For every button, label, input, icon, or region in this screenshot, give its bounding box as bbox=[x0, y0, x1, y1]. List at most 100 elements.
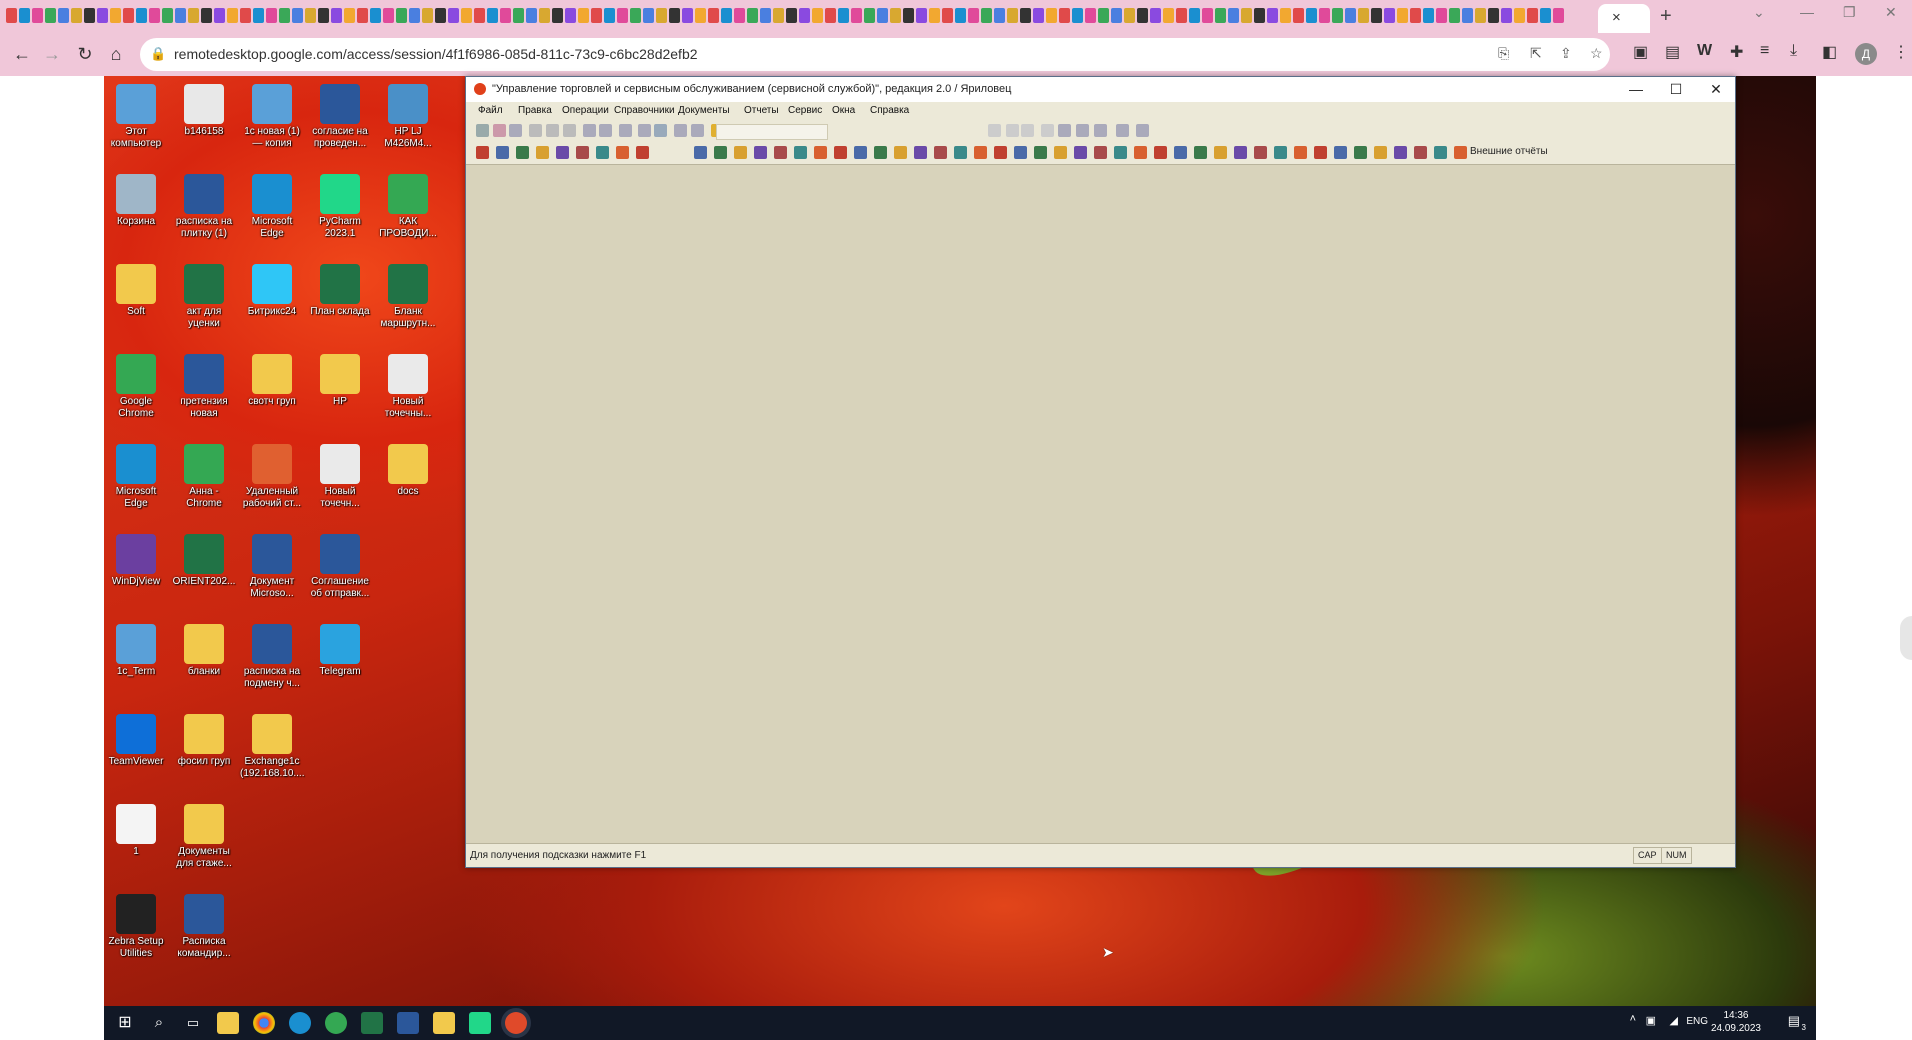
tab-favicon-icon[interactable] bbox=[318, 8, 329, 23]
window-title-bar[interactable]: "Управление торговлей и сервисным обслуж… bbox=[466, 77, 1735, 102]
desktop-icon[interactable]: Microsoft Edge bbox=[240, 174, 304, 240]
toolbar-icon[interactable] bbox=[1094, 146, 1107, 159]
tab-favicon-icon[interactable] bbox=[825, 8, 836, 23]
tab-favicon-icon[interactable] bbox=[1449, 8, 1460, 23]
tab-favicon-icon[interactable] bbox=[1150, 8, 1161, 23]
tab-favicon-icon[interactable] bbox=[955, 8, 966, 23]
tab-favicon-icon[interactable] bbox=[669, 8, 680, 23]
desktop-icon[interactable]: Этот компьютер bbox=[104, 84, 168, 150]
desktop-icon[interactable]: Microsoft Edge bbox=[104, 444, 168, 510]
desktop-icon[interactable]: претензия новая bbox=[172, 354, 236, 420]
desktop-icon[interactable]: HP bbox=[308, 354, 372, 408]
menu-help[interactable]: Справка bbox=[870, 105, 909, 116]
tab-favicon-icon[interactable] bbox=[1501, 8, 1512, 23]
menu-file[interactable]: Файл bbox=[478, 105, 503, 116]
search-icon[interactable]: ⌕ bbox=[148, 1012, 170, 1034]
desktop-icon[interactable]: согласие на проведен... bbox=[308, 84, 372, 150]
pinned-tab-icons[interactable] bbox=[6, 8, 1626, 25]
toolbar-icon[interactable] bbox=[1054, 146, 1067, 159]
desktop-icon[interactable]: HP LJ M426M4... bbox=[376, 84, 440, 150]
extension-w-icon[interactable]: W bbox=[1697, 42, 1712, 60]
tab-favicon-icon[interactable] bbox=[1228, 8, 1239, 23]
toolbar-icon[interactable] bbox=[536, 146, 549, 159]
tab-favicon-icon[interactable] bbox=[565, 8, 576, 23]
tab-favicon-icon[interactable] bbox=[708, 8, 719, 23]
extension-2-icon[interactable]: ▤ bbox=[1665, 42, 1680, 62]
tab-favicon-icon[interactable] bbox=[214, 8, 225, 23]
tab-favicon-icon[interactable] bbox=[617, 8, 628, 23]
toolbar-icon[interactable] bbox=[854, 146, 867, 159]
tab-favicon-icon[interactable] bbox=[162, 8, 173, 23]
tab-favicon-icon[interactable] bbox=[305, 8, 316, 23]
toolbar-icon[interactable] bbox=[654, 124, 667, 137]
desktop-icon[interactable]: docs bbox=[376, 444, 440, 498]
toolbar-icon[interactable] bbox=[954, 146, 967, 159]
tab-favicon-icon[interactable] bbox=[591, 8, 602, 23]
window-minimize-icon[interactable]: — bbox=[1616, 79, 1656, 99]
tab-favicon-icon[interactable] bbox=[1514, 8, 1525, 23]
toolbar-icon[interactable] bbox=[1254, 146, 1267, 159]
tab-favicon-icon[interactable] bbox=[656, 8, 667, 23]
toolbar-icon[interactable] bbox=[1414, 146, 1427, 159]
tab-favicon-icon[interactable] bbox=[1384, 8, 1395, 23]
desktop-icon[interactable]: План склада bbox=[308, 264, 372, 318]
tab-favicon-icon[interactable] bbox=[292, 8, 303, 23]
tab-favicon-icon[interactable] bbox=[1202, 8, 1213, 23]
desktop-icon[interactable]: КАК ПРОВОДИ... bbox=[376, 174, 440, 240]
tab-favicon-icon[interactable] bbox=[175, 8, 186, 23]
toolbar-icon[interactable] bbox=[509, 124, 522, 137]
tab-favicon-icon[interactable] bbox=[136, 8, 147, 23]
edge-icon[interactable] bbox=[289, 1012, 311, 1034]
tab-favicon-icon[interactable] bbox=[45, 8, 56, 23]
toolbar-icon[interactable] bbox=[1074, 146, 1087, 159]
tab-favicon-icon[interactable] bbox=[773, 8, 784, 23]
toolbar-icon[interactable] bbox=[974, 146, 987, 159]
1c-app-icon[interactable] bbox=[505, 1012, 527, 1034]
desktop-icon[interactable]: b146158 bbox=[172, 84, 236, 138]
toolbar-icon[interactable] bbox=[874, 146, 887, 159]
tab-favicon-icon[interactable] bbox=[1423, 8, 1434, 23]
desktop-icon[interactable]: Соглашение об отправк... bbox=[308, 534, 372, 600]
toolbar-icon[interactable] bbox=[1354, 146, 1367, 159]
reading-list-icon[interactable]: ≡ bbox=[1760, 42, 1769, 60]
tab-favicon-icon[interactable] bbox=[1267, 8, 1278, 23]
tab-favicon-icon[interactable] bbox=[435, 8, 446, 23]
tab-favicon-icon[interactable] bbox=[1371, 8, 1382, 23]
extension-1-icon[interactable]: ▣ bbox=[1633, 42, 1648, 62]
tab-favicon-icon[interactable] bbox=[1436, 8, 1447, 23]
toolbar-icon[interactable] bbox=[1434, 146, 1447, 159]
tab-favicon-icon[interactable] bbox=[786, 8, 797, 23]
tab-favicon-icon[interactable] bbox=[1085, 8, 1096, 23]
active-tab[interactable]: × bbox=[1598, 4, 1650, 33]
tab-favicon-icon[interactable] bbox=[1345, 8, 1356, 23]
minimize-icon[interactable]: — bbox=[1800, 4, 1814, 20]
tab-favicon-icon[interactable] bbox=[1215, 8, 1226, 23]
new-tab-button[interactable]: + bbox=[1660, 5, 1672, 27]
tab-favicon-icon[interactable] bbox=[474, 8, 485, 23]
tab-favicon-icon[interactable] bbox=[682, 8, 693, 23]
toolbar-icon[interactable] bbox=[596, 146, 609, 159]
tab-favicon-icon[interactable] bbox=[942, 8, 953, 23]
toolbar-icon[interactable] bbox=[1021, 124, 1034, 137]
notifications-icon[interactable]: ▤ bbox=[1788, 1013, 1800, 1029]
tab-favicon-icon[interactable] bbox=[461, 8, 472, 23]
tab-favicon-icon[interactable] bbox=[1540, 8, 1551, 23]
desktop-icon[interactable]: расписка на подмену ч... bbox=[240, 624, 304, 690]
toolbar-icon[interactable] bbox=[576, 146, 589, 159]
desktop-icon[interactable]: 1c_Term bbox=[104, 624, 168, 678]
tab-favicon-icon[interactable] bbox=[370, 8, 381, 23]
toolbar-icon[interactable] bbox=[1154, 146, 1167, 159]
tab-favicon-icon[interactable] bbox=[1332, 8, 1343, 23]
desktop-icon[interactable]: Google Chrome bbox=[104, 354, 168, 420]
chrome-profile-icon[interactable] bbox=[325, 1012, 347, 1034]
tab-favicon-icon[interactable] bbox=[1319, 8, 1330, 23]
reload-button[interactable]: ↻ bbox=[73, 42, 97, 66]
tab-favicon-icon[interactable] bbox=[1176, 8, 1187, 23]
window-close-icon[interactable]: ✕ bbox=[1696, 79, 1736, 99]
tab-favicon-icon[interactable] bbox=[1410, 8, 1421, 23]
tab-favicon-icon[interactable] bbox=[227, 8, 238, 23]
tab-favicon-icon[interactable] bbox=[981, 8, 992, 23]
menu-operations[interactable]: Операции bbox=[562, 105, 609, 116]
desktop-icon[interactable]: Новый точечны... bbox=[376, 354, 440, 420]
toolbar-icon[interactable] bbox=[1014, 146, 1027, 159]
